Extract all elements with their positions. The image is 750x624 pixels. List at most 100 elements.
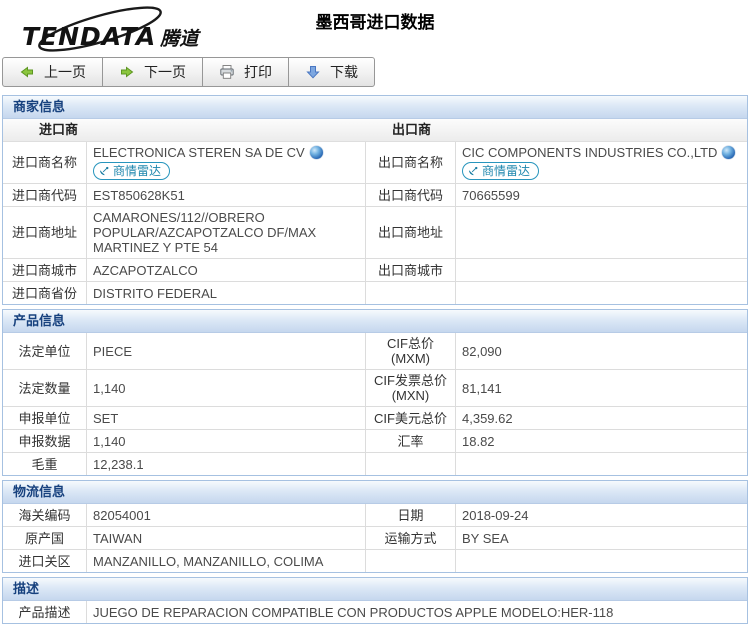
product-info-section: 产品信息 法定单位 PIECE CIF总价(MXM) 82,090 法定数量 1… [2, 309, 748, 476]
importer-city-value: AZCAPOTZALCO [87, 259, 366, 281]
gross-weight-value: 12,238.1 [87, 453, 366, 475]
arrow-right-icon [119, 64, 135, 80]
legal-qty-label: 法定数量 [3, 370, 87, 406]
declared-unit-value: SET [87, 407, 366, 429]
satellite-dish-icon [468, 166, 479, 177]
importer-name-text: ELECTRONICA STEREN SA DE CV [93, 145, 305, 160]
hs-code-value: 82054001 [87, 504, 366, 526]
importer-address-label: 进口商地址 [3, 207, 87, 258]
toolbar: 上一页 下一页 打印 下载 [2, 57, 750, 87]
exchange-rate-label: 汇率 [366, 430, 456, 452]
table-row: 海关编码 82054001 日期 2018-09-24 [3, 504, 747, 527]
logistics-section-title: 物流信息 [3, 481, 747, 504]
print-button[interactable]: 打印 [202, 57, 289, 87]
prev-page-button[interactable]: 上一页 [2, 57, 103, 87]
next-page-button[interactable]: 下一页 [102, 57, 203, 87]
exporter-column-header: 出口商 [376, 119, 747, 141]
globe-icon[interactable] [310, 146, 323, 159]
legal-unit-label: 法定单位 [3, 333, 87, 369]
table-row: 申报数据 1,140 汇率 18.82 [3, 430, 747, 453]
arrow-left-icon [19, 64, 35, 80]
exporter-name-text: CIC COMPONENTS INDUSTRIES CO.,LTD [462, 145, 717, 160]
download-label: 下载 [330, 62, 358, 82]
description-section: 描述 产品描述 JUEGO DE REPARACION COMPATIBLE C… [2, 577, 748, 624]
cif-total-value: 82,090 [456, 333, 747, 369]
merchant-info-section: 商家信息 进口商 出口商 进口商名称 ELECTRONICA STEREN SA… [2, 95, 748, 305]
globe-icon[interactable] [722, 146, 735, 159]
prev-page-label: 上一页 [44, 62, 86, 82]
empty-label-cell [366, 453, 456, 475]
gross-weight-label: 毛重 [3, 453, 87, 475]
importer-city-label: 进口商城市 [3, 259, 87, 281]
table-row: 进口商代码 EST850628K51 出口商代码 70665599 [3, 184, 747, 207]
empty-value-cell [456, 550, 747, 572]
page-title: 墨西哥进口数据 [0, 8, 750, 33]
importer-address-value: CAMARONES/112//OBRERO POPULAR/AZCAPOTZAL… [87, 207, 366, 258]
product-description-value: JUEGO DE REPARACION COMPATIBLE CON PRODU… [87, 601, 747, 623]
declared-data-value: 1,140 [87, 430, 366, 452]
table-row: 进口商省份 DISTRITO FEDERAL [3, 282, 747, 304]
exporter-name-value: CIC COMPONENTS INDUSTRIES CO.,LTD 商情雷达 [456, 142, 747, 183]
table-row: 法定单位 PIECE CIF总价(MXM) 82,090 [3, 333, 747, 370]
date-value: 2018-09-24 [456, 504, 747, 526]
description-section-title: 描述 [3, 578, 747, 601]
business-radar-badge[interactable]: 商情雷达 [462, 162, 539, 180]
import-customs-label: 进口关区 [3, 550, 87, 572]
cif-total-label: CIF总价(MXM) [366, 333, 456, 369]
importer-code-value: EST850628K51 [87, 184, 366, 206]
product-section-title: 产品信息 [3, 310, 747, 333]
origin-country-label: 原产国 [3, 527, 87, 549]
cif-invoice-total-label: CIF发票总价(MXN) [366, 370, 456, 406]
exporter-code-value: 70665599 [456, 184, 747, 206]
cif-usd-total-label: CIF美元总价 [366, 407, 456, 429]
empty-label-cell [366, 550, 456, 572]
transport-mode-label: 运输方式 [366, 527, 456, 549]
table-row: 进口关区 MANZANILLO, MANZANILLO, COLIMA [3, 550, 747, 572]
next-page-label: 下一页 [144, 62, 186, 82]
importer-column-header: 进口商 [3, 119, 376, 141]
table-row: 毛重 12,238.1 [3, 453, 747, 475]
importer-province-value: DISTRITO FEDERAL [87, 282, 366, 304]
merchant-section-title: 商家信息 [3, 96, 747, 119]
exporter-address-label: 出口商地址 [366, 207, 456, 258]
printer-icon [219, 64, 235, 80]
declared-unit-label: 申报单位 [3, 407, 87, 429]
table-row: 产品描述 JUEGO DE REPARACION COMPATIBLE CON … [3, 601, 747, 623]
import-customs-value: MANZANILLO, MANZANILLO, COLIMA [87, 550, 366, 572]
importer-name-label: 进口商名称 [3, 142, 87, 183]
importer-province-label: 进口商省份 [3, 282, 87, 304]
date-label: 日期 [366, 504, 456, 526]
product-description-label: 产品描述 [3, 601, 87, 623]
importer-name-value: ELECTRONICA STEREN SA DE CV 商情雷达 [87, 142, 366, 183]
table-row: 申报单位 SET CIF美元总价 4,359.62 [3, 407, 747, 430]
exporter-city-label: 出口商城市 [366, 259, 456, 281]
arrow-down-icon [305, 64, 321, 80]
print-label: 打印 [244, 62, 272, 82]
business-radar-label: 商情雷达 [113, 164, 161, 179]
logistics-info-section: 物流信息 海关编码 82054001 日期 2018-09-24 原产国 TAI… [2, 480, 748, 573]
cif-invoice-total-value: 81,141 [456, 370, 747, 406]
hs-code-label: 海关编码 [3, 504, 87, 526]
exporter-code-label: 出口商代码 [366, 184, 456, 206]
cif-usd-total-value: 4,359.62 [456, 407, 747, 429]
satellite-dish-icon [99, 166, 110, 177]
legal-qty-value: 1,140 [87, 370, 366, 406]
table-row: 进口商地址 CAMARONES/112//OBRERO POPULAR/AZCA… [3, 207, 747, 259]
table-row: 法定数量 1,140 CIF发票总价(MXN) 81,141 [3, 370, 747, 407]
legal-unit-value: PIECE [87, 333, 366, 369]
page-header: TENDATA腾道 墨西哥进口数据 [0, 0, 750, 56]
business-radar-label: 商情雷达 [482, 164, 530, 179]
empty-label-cell [366, 282, 456, 304]
table-row: 进口商城市 AZCAPOTZALCO 出口商城市 [3, 259, 747, 282]
declared-data-label: 申报数据 [3, 430, 87, 452]
importer-code-label: 进口商代码 [3, 184, 87, 206]
table-row: 进口商名称 ELECTRONICA STEREN SA DE CV 商情雷达 出… [3, 142, 747, 184]
table-row: 原产国 TAIWAN 运输方式 BY SEA [3, 527, 747, 550]
exporter-name-label: 出口商名称 [366, 142, 456, 183]
merchant-subheader: 进口商 出口商 [3, 119, 747, 142]
exporter-city-value [456, 259, 747, 281]
download-button[interactable]: 下载 [288, 57, 375, 87]
empty-value-cell [456, 282, 747, 304]
business-radar-badge[interactable]: 商情雷达 [93, 162, 170, 180]
transport-mode-value: BY SEA [456, 527, 747, 549]
